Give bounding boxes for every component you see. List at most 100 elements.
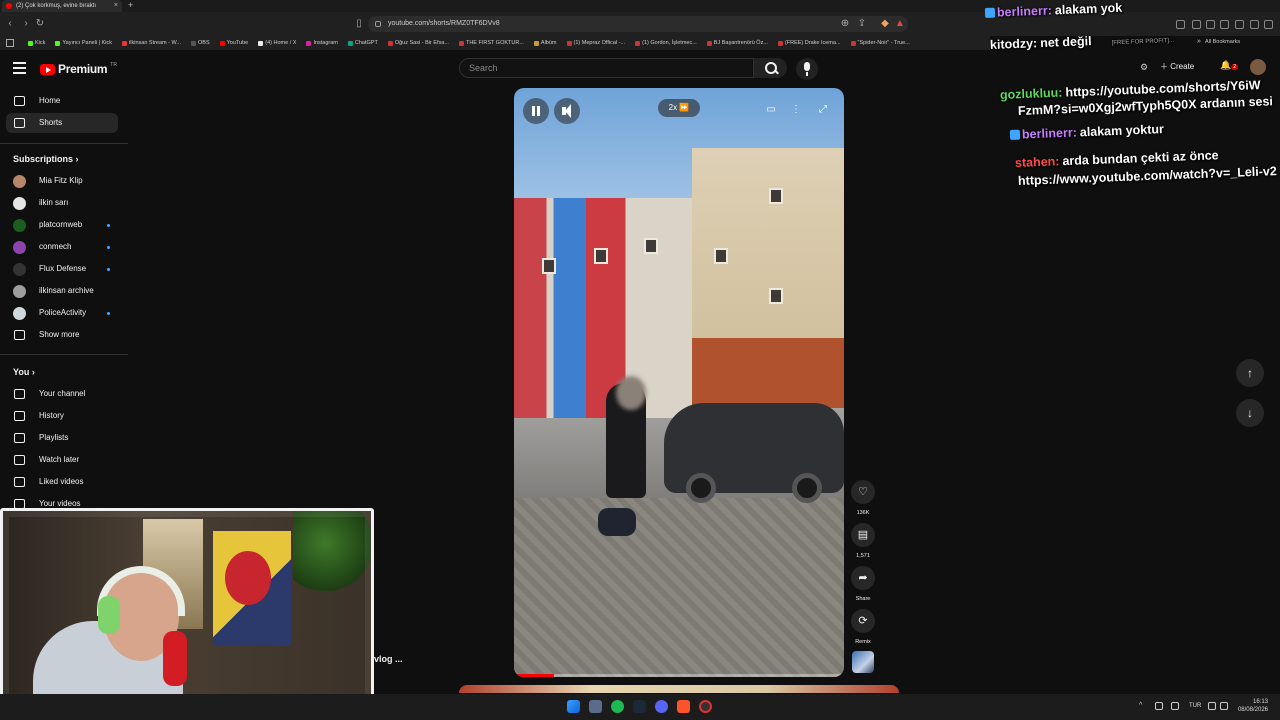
- subscription-item[interactable]: ilkin sarı: [6, 193, 118, 213]
- windows-start-icon[interactable]: [567, 700, 580, 713]
- bookmark-label: Albüm: [540, 40, 557, 46]
- video-car: [664, 403, 844, 503]
- clock[interactable]: 16:13 08/08/2026: [1238, 698, 1268, 714]
- bookmark-item[interactable]: "Spider-Noir" - True...: [850, 40, 910, 46]
- more-options-icon[interactable]: ⋮: [789, 103, 803, 117]
- search-input[interactable]: Search: [459, 58, 754, 78]
- bookmark-item[interactable]: (1) Mepraz Offical -...: [566, 40, 626, 46]
- bookmark-item[interactable]: Instagram: [306, 40, 338, 46]
- browser-tab-active[interactable]: (2) Çok korkmuş, evine bıraktı ×: [2, 0, 122, 12]
- volume-button[interactable]: [554, 98, 580, 124]
- subscription-item[interactable]: Mia Fitz Klip: [6, 171, 118, 191]
- back-icon[interactable]: ‹: [3, 17, 17, 31]
- bookmark-item[interactable]: Yayıncı Paneli | Kick: [55, 40, 112, 46]
- address-bar[interactable]: youtube.com/shorts/RMZ0TF6DVv8: [368, 16, 908, 32]
- bookmark-item[interactable]: Oğuz Sasi - Bir Efsa...: [387, 40, 449, 46]
- bookmark-item[interactable]: Kick: [28, 40, 45, 46]
- tab-close-icon[interactable]: ×: [114, 0, 118, 12]
- sidebar-item-playlists[interactable]: Playlists: [6, 428, 118, 448]
- fullscreen-icon[interactable]: ⤢: [816, 103, 830, 117]
- sidebar-item-history[interactable]: History: [6, 406, 118, 426]
- tray-display-icon[interactable]: [1171, 702, 1179, 710]
- show-more-button[interactable]: Show more: [6, 325, 118, 345]
- apps-grid-icon[interactable]: [6, 39, 14, 47]
- bookmark-item[interactable]: (FREE) Drake Icema...: [777, 40, 841, 46]
- bookmark-item[interactable]: BJ Başantrenörü Öz...: [706, 40, 768, 46]
- shorts-player[interactable]: 2x ⏩ ▭ ⋮ ⤢: [514, 88, 844, 677]
- sidebar-item-your-channel[interactable]: Your channel: [6, 384, 118, 404]
- subscription-item[interactable]: ilkinsan archive: [6, 281, 118, 301]
- reload-icon[interactable]: ↻: [33, 17, 47, 31]
- youtube-premium-logo[interactable]: Premium TR: [40, 61, 117, 77]
- remix-icon[interactable]: ⟳: [851, 609, 875, 633]
- logo-text: Premium: [58, 62, 108, 76]
- voice-search-button[interactable]: [796, 58, 818, 80]
- channel-avatar-thumbnail[interactable]: [852, 651, 874, 673]
- bookmark-item[interactable]: Albüm: [533, 40, 557, 46]
- new-tab-button[interactable]: +: [128, 0, 133, 11]
- steam-icon[interactable]: [633, 700, 646, 713]
- zoom-icon[interactable]: ⊕: [838, 17, 852, 31]
- sidebar-item-shorts[interactable]: Shorts: [6, 113, 118, 133]
- bookmark-item[interactable]: THE FIRST GOKTUR...: [458, 40, 524, 46]
- sidebar-item-home[interactable]: Home: [6, 91, 118, 111]
- discord-icon[interactable]: [655, 700, 668, 713]
- subscriptions-heading[interactable]: Subscriptions ›: [13, 154, 79, 164]
- sidebar-item-liked-videos[interactable]: Liked videos: [6, 472, 118, 492]
- site-info-icon[interactable]: [375, 21, 381, 27]
- speaker-icon[interactable]: [1220, 702, 1228, 710]
- video-sidewalk: [514, 498, 844, 677]
- subscription-item[interactable]: platcornweb: [6, 215, 118, 235]
- pause-button[interactable]: [523, 98, 549, 124]
- task-view-icon[interactable]: [589, 700, 602, 713]
- subscription-item[interactable]: Flux Defense: [6, 259, 118, 279]
- progress-bar[interactable]: [514, 674, 844, 677]
- bookmark-page-icon[interactable]: ▯: [352, 17, 366, 31]
- channel-avatar: [13, 285, 26, 298]
- next-short-arrow-icon[interactable]: ↓: [1236, 399, 1264, 427]
- rewards-icon[interactable]: ▲: [893, 17, 907, 31]
- captions-icon[interactable]: ▭: [764, 103, 778, 117]
- bookmarks-bar: Kick Yayıncı Paneli | Kick ilkinsan Stream…: [0, 36, 990, 50]
- brave-shield-icon[interactable]: ◆: [878, 17, 892, 31]
- comment-icon[interactable]: ▤: [851, 523, 875, 547]
- brave-browser-icon[interactable]: [677, 700, 690, 713]
- bookmark-label: (1) Mepraz Offical -...: [573, 40, 626, 46]
- sidebar-item-watch-later[interactable]: Watch later: [6, 450, 118, 470]
- previous-short-arrow-icon[interactable]: ↑: [1236, 359, 1264, 387]
- spotify-icon[interactable]: [611, 700, 624, 713]
- short-title-fragment[interactable]: vlog ...: [374, 654, 403, 664]
- hamburger-menu-icon[interactable]: [13, 62, 26, 74]
- network-icon[interactable]: [1208, 702, 1216, 710]
- subscription-item[interactable]: PoliceActivity: [6, 303, 118, 323]
- video-window: [644, 238, 658, 254]
- share-icon[interactable]: ➦: [851, 566, 875, 590]
- remix-action[interactable]: ⟳ Remix: [851, 609, 875, 645]
- next-short-preview[interactable]: [459, 685, 899, 693]
- obs-icon[interactable]: [699, 700, 712, 713]
- youtube-favicon-icon: [6, 3, 12, 9]
- bookmark-item[interactable]: ilkinsan Stream - W...: [122, 40, 181, 46]
- bookmark-item[interactable]: YouTube: [219, 40, 248, 46]
- playback-speed-indicator[interactable]: 2x ⏩: [658, 99, 700, 117]
- share-page-icon[interactable]: ⇪: [855, 17, 869, 31]
- forward-icon[interactable]: ›: [19, 17, 33, 31]
- bookmark-item[interactable]: (4) Home / X: [258, 40, 296, 46]
- comment-action[interactable]: ▤ 1,571: [851, 523, 875, 559]
- tray-overflow-icon[interactable]: ^: [1139, 702, 1142, 709]
- tray-mic-icon[interactable]: [1155, 702, 1163, 710]
- bookmark-item[interactable]: ChatGPT: [347, 40, 378, 46]
- search-button[interactable]: [754, 58, 787, 78]
- bookmark-item[interactable]: (1) Gordon, İşletmec...: [635, 40, 697, 46]
- share-action[interactable]: ➦ Share: [851, 566, 875, 602]
- you-heading[interactable]: You ›: [13, 367, 35, 377]
- bookmark-item[interactable]: OBS: [191, 40, 210, 46]
- heart-icon[interactable]: ♡: [851, 480, 875, 504]
- sidebar-item-label: Flux Defense: [39, 264, 87, 273]
- subscription-item[interactable]: conmech: [6, 237, 118, 257]
- video-building-storefront: [692, 338, 844, 408]
- chat-username: stahen:: [1014, 154, 1060, 170]
- like-action[interactable]: ♡ 136K: [851, 480, 875, 516]
- bookmark-favicon-icon: [28, 40, 33, 46]
- input-language[interactable]: TUR: [1189, 703, 1201, 709]
